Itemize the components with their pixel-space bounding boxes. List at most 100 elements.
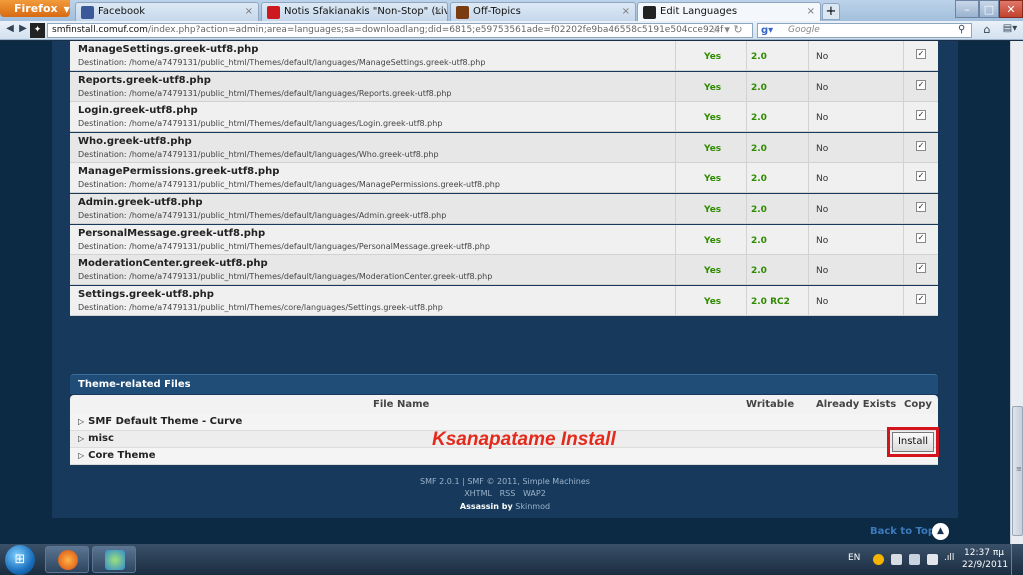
writable-status: Yes xyxy=(704,205,722,215)
writable-status: Yes xyxy=(704,296,722,307)
file-name: Admin.greek-utf8.php xyxy=(78,197,203,208)
search-icon[interactable]: ⚲ xyxy=(958,24,965,35)
wap2-link[interactable]: WAP2 xyxy=(523,489,546,498)
already-exists-status: No xyxy=(816,296,829,307)
file-name: PersonalMessage.greek-utf8.php xyxy=(78,227,266,239)
url-bar[interactable]: smfinstall.comuf.com/index.php?action=ad… xyxy=(47,23,753,38)
search-input[interactable]: g▾ Google xyxy=(757,23,972,38)
file-row: Admin.greek-utf8.php Destination: /home/a… xyxy=(70,194,938,224)
clock[interactable]: 12:37 πμ 22/9/2011 xyxy=(962,547,1009,571)
file-name: ManagePermissions.greek-utf8.php xyxy=(78,166,280,178)
copy-checkbox[interactable]: ✓ xyxy=(916,49,926,59)
copy-checkbox[interactable]: ✓ xyxy=(916,293,926,304)
file-version: 2.0 xyxy=(751,235,767,246)
smf-version-link[interactable]: SMF 2.0.1 xyxy=(420,477,459,486)
dropdown-arrow-icon: ▼ xyxy=(63,5,70,14)
tab-youtube[interactable]: Notis Sfakianakis "Non-Stop" (Live fr...… xyxy=(261,2,448,21)
scrollbar-thumb[interactable]: ≡ xyxy=(1012,406,1023,536)
firefox-menu-button[interactable]: Firefox ▼ xyxy=(0,0,70,17)
file-destination: Destination: /home/a7479131/public_html/… xyxy=(78,88,452,98)
minimize-button[interactable]: – xyxy=(955,0,979,18)
close-icon[interactable]: × xyxy=(622,6,630,17)
clock-date: 22/9/2011 xyxy=(962,560,1009,570)
maximize-button[interactable]: □ xyxy=(979,0,999,18)
col-copy: Copy xyxy=(904,399,932,410)
url-path: /index.php?action=admin;area=languages;s… xyxy=(147,25,724,35)
theme-group-label: misc xyxy=(88,433,114,444)
forum-icon xyxy=(456,6,469,19)
file-row: ManageSettings.greek-utf8.php Destination… xyxy=(70,41,938,71)
file-destination: Destination: /home/a7479131/public_html/… xyxy=(78,119,443,129)
rss-link[interactable]: RSS xyxy=(500,489,516,498)
copy-checkbox[interactable]: ✓ xyxy=(916,263,926,274)
xhtml-link[interactable]: XHTML xyxy=(464,489,492,498)
tab-edit-languages[interactable]: Edit Languages × xyxy=(637,2,821,21)
already-exists-status: No xyxy=(816,113,829,124)
theme-files-header: Theme-related Files xyxy=(70,374,938,394)
language-indicator[interactable]: EN xyxy=(848,553,860,563)
already-exists-status: No xyxy=(816,266,829,277)
copy-checkbox[interactable]: ✓ xyxy=(916,171,926,182)
file-version: 2.0 xyxy=(751,113,767,124)
close-icon[interactable]: × xyxy=(807,6,815,17)
copy-checkbox[interactable]: ✓ xyxy=(916,202,926,212)
skinmod-link[interactable]: Skinmod xyxy=(515,502,550,511)
col-already-exists: Already Exists xyxy=(816,399,897,410)
site-identity-icon[interactable]: ✦ xyxy=(30,23,45,38)
col-writable: Writable xyxy=(746,399,795,410)
home-icon[interactable]: ⌂ xyxy=(978,23,996,38)
show-desktop-button[interactable] xyxy=(1011,544,1023,575)
copy-checkbox[interactable]: ✓ xyxy=(916,232,926,243)
writable-status: Yes xyxy=(704,266,722,277)
tray-flag-icon[interactable] xyxy=(891,554,902,565)
file-version: 2.0 RC2 xyxy=(751,296,790,307)
file-row: Settings.greek-utf8.php Destination: /hom… xyxy=(70,285,938,316)
close-icon[interactable]: × xyxy=(434,6,442,17)
arrow-up-icon[interactable]: ▲ xyxy=(932,523,949,540)
toolbar-menu-icon[interactable]: ▤▾ xyxy=(1000,23,1020,38)
file-row: Login.greek-utf8.php Destination: /home/a… xyxy=(70,102,938,133)
start-button[interactable]: ⊞ xyxy=(5,545,35,575)
tab-off-topics[interactable]: Off-Topics × xyxy=(450,2,636,21)
taskbar-messenger[interactable] xyxy=(92,546,136,573)
smf-copyright-link[interactable]: SMF © 2011, xyxy=(467,477,522,486)
network-icon[interactable] xyxy=(927,554,938,565)
bookmark-star-icon[interactable]: ☆ ▾ ↻ xyxy=(711,23,743,36)
copy-checkbox[interactable]: ✓ xyxy=(916,110,926,121)
footer-links: XHTML RSS WAP2 xyxy=(0,489,1010,498)
taskbar-firefox[interactable] xyxy=(45,546,89,573)
windows-taskbar: ⊞ EN .ıll 12:37 πμ 22/9/2011 xyxy=(0,544,1023,575)
already-exists-status: No xyxy=(816,52,829,62)
new-tab-button[interactable]: + xyxy=(822,3,840,20)
forward-button[interactable]: ▶ xyxy=(16,23,30,38)
writable-status: Yes xyxy=(704,235,722,246)
speaker-icon[interactable] xyxy=(909,554,920,565)
footer-theme-credit: Assassin by Skinmod xyxy=(0,502,1010,511)
copy-checkbox[interactable]: ✓ xyxy=(916,79,926,90)
tray-norton-icon[interactable] xyxy=(873,554,884,565)
theme-group-label: Core Theme xyxy=(88,450,156,461)
signal-bars-icon[interactable]: .ıll xyxy=(944,553,954,563)
back-to-top-link[interactable]: Back to Top xyxy=(870,526,935,537)
file-version: 2.0 xyxy=(751,266,767,277)
smf-icon xyxy=(643,6,656,19)
file-name: Reports.greek-utf8.php xyxy=(78,74,211,86)
tab-facebook[interactable]: Facebook × xyxy=(75,2,259,21)
navigation-bar: ◀ ▶ ✦ smfinstall.comuf.com/index.php?act… xyxy=(0,21,1023,40)
install-button[interactable]: Install xyxy=(892,432,934,452)
already-exists-status: No xyxy=(816,143,829,154)
firefox-menu-label: Firefox xyxy=(14,2,58,15)
theme-group-label: SMF Default Theme - Curve xyxy=(88,416,243,427)
facebook-icon xyxy=(81,6,94,19)
close-icon[interactable]: × xyxy=(245,6,253,17)
already-exists-status: No xyxy=(816,82,829,93)
simple-machines-link[interactable]: Simple Machines xyxy=(522,477,590,486)
tab-title: Facebook xyxy=(98,6,145,17)
file-name: Login.greek-utf8.php xyxy=(78,105,198,117)
close-window-button[interactable]: ✕ xyxy=(999,0,1023,18)
file-name: Settings.greek-utf8.php xyxy=(78,288,214,300)
vertical-scrollbar[interactable]: ≡ xyxy=(1010,41,1023,544)
youtube-icon xyxy=(267,6,280,19)
copy-checkbox[interactable]: ✓ xyxy=(916,140,926,151)
back-button[interactable]: ◀ xyxy=(3,23,17,38)
